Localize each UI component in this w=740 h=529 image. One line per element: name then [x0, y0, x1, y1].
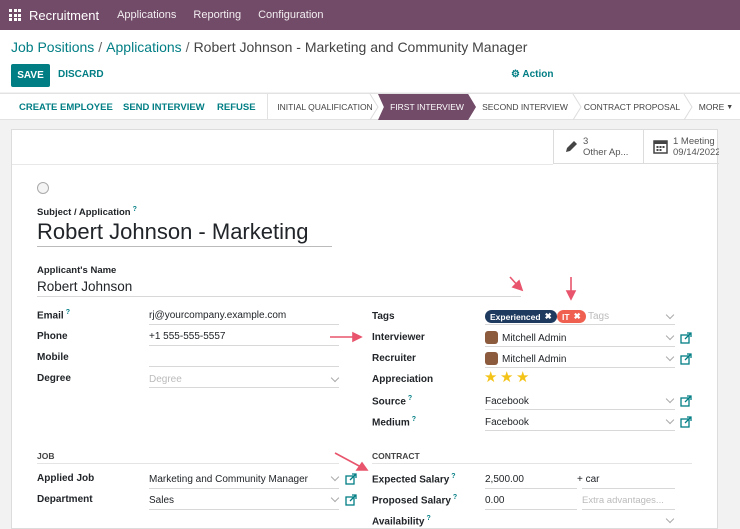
arrow-icon	[352, 331, 363, 343]
arrow-icon	[565, 290, 577, 301]
annotation-arrows	[330, 276, 577, 471]
arrow-icon	[334, 452, 362, 468]
